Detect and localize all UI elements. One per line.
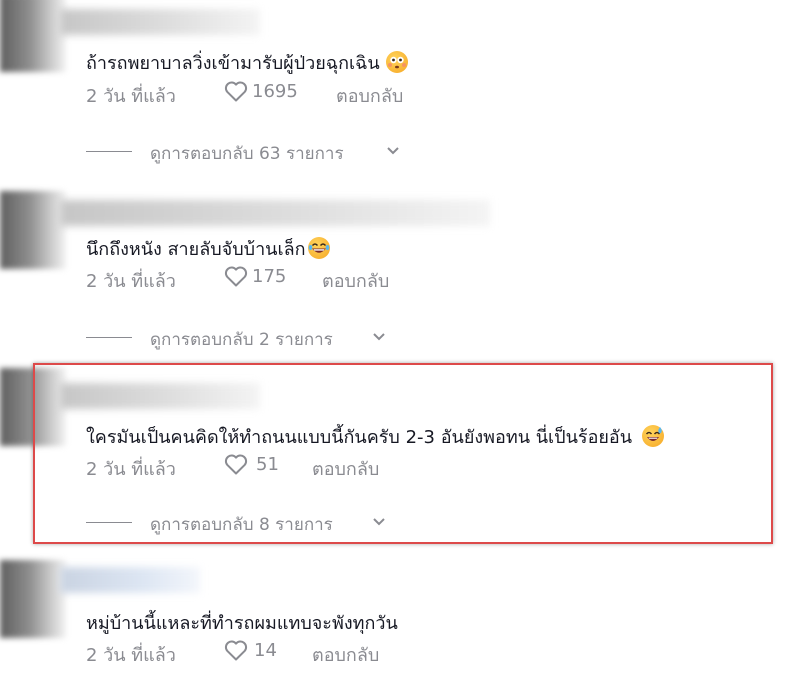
comment-text: หมู่บ้านนี้แหละที่ทำรถผมแทบจะพังทุกวัน xyxy=(86,613,398,634)
avatar[interactable] xyxy=(0,560,66,638)
username-blurred[interactable] xyxy=(60,567,200,593)
reply-button[interactable]: ตอบกลับ xyxy=(312,640,379,669)
like-count: 14 xyxy=(254,640,277,661)
comment-item: หมู่บ้านนี้แหละที่ทำรถผมแทบจะพังทุกวัน 2… xyxy=(0,0,794,683)
heart-outline-icon[interactable] xyxy=(224,639,248,661)
timestamp: 2 วัน ที่แล้ว xyxy=(86,645,176,666)
